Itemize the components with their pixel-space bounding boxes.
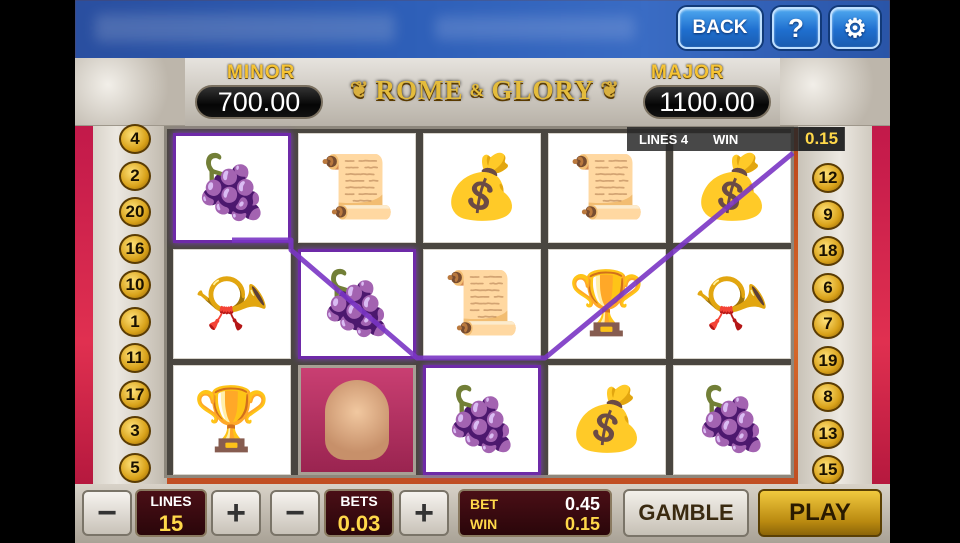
coin-pot-icon: 💰: [693, 153, 771, 222]
blurred-area: [435, 16, 635, 40]
payline-indicator[interactable]: 8: [812, 382, 844, 412]
coin-pot-icon: 💰: [568, 385, 646, 454]
reel-cell: [298, 365, 416, 475]
reel-cell: 🏆: [548, 249, 666, 359]
laurel-icon: ❦: [600, 77, 620, 102]
payline-indicator[interactable]: 17: [119, 379, 151, 410]
settings-button[interactable]: ⚙: [830, 7, 880, 49]
total-bet-value: 0.45: [564, 494, 600, 514]
win-label: WIN: [713, 131, 739, 147]
total-bet-label: BET: [470, 496, 498, 512]
red-curtain-left: [75, 126, 93, 486]
column-capital-left: [75, 58, 185, 128]
bets-plus-button[interactable]: +: [399, 490, 449, 536]
grapes-icon: 🍇: [693, 385, 771, 454]
reel-cell: 📯: [673, 249, 791, 359]
play-button[interactable]: PLAY: [758, 489, 882, 537]
payline-indicator[interactable]: 13: [812, 418, 844, 449]
lines-value: 15: [158, 511, 184, 536]
bets-value: 0.03: [337, 511, 381, 536]
payline-indicator[interactable]: 6: [812, 272, 844, 303]
reel-cell: 📜: [423, 249, 541, 359]
reel-cell: 🍇: [173, 133, 291, 243]
win-info-bar: LINES 4 WIN 0.15: [627, 127, 845, 151]
red-curtain-right: [872, 126, 890, 486]
roman-woman-portrait-icon: [315, 372, 399, 460]
laurel-icon: ❦: [350, 77, 370, 102]
chalice-icon: 🏆: [193, 385, 271, 454]
lines-title: LINES: [150, 493, 192, 509]
horn-icon: 📯: [693, 269, 771, 338]
horn-icon: 📯: [193, 269, 271, 338]
scroll-icon: 📜: [318, 153, 396, 222]
reel-cell: 🍇: [298, 249, 416, 359]
grapes-icon: 🍇: [443, 385, 521, 454]
payline-indicator[interactable]: 15: [812, 455, 844, 485]
win-lines-label: LINES 4: [639, 131, 689, 147]
reel-cell: 🍇: [423, 365, 541, 475]
chalice-icon: 🏆: [568, 269, 646, 338]
help-button[interactable]: ?: [772, 7, 820, 49]
payline-indicator[interactable]: 1: [119, 306, 151, 337]
payline-indicator[interactable]: 4: [119, 124, 151, 154]
minor-jackpot-value: 700.00: [195, 85, 323, 119]
reel-cell: 🍇: [673, 365, 791, 475]
grapes-icon: 🍇: [193, 153, 271, 222]
lines-plus-button[interactable]: +: [211, 490, 261, 536]
win-amount: 0.15: [799, 127, 845, 151]
grapes-icon: 🍇: [318, 269, 396, 338]
major-jackpot-value: 1100.00: [643, 85, 771, 119]
reel-cell: 📜: [298, 133, 416, 243]
total-win-value: 0.15: [564, 514, 600, 534]
payline-indicator[interactable]: 3: [119, 416, 151, 446]
blurred-area: [95, 14, 395, 42]
minor-jackpot-label: MINOR: [227, 62, 296, 83]
reel-cell: 💰: [548, 365, 666, 475]
reel-cell: 💰: [423, 133, 541, 243]
payline-indicator[interactable]: 16: [119, 233, 151, 264]
bets-title: BETS: [340, 493, 378, 509]
bets-minus-button[interactable]: −: [270, 490, 320, 536]
portrait-hair: [315, 372, 399, 428]
gamble-button[interactable]: GAMBLE: [623, 489, 749, 537]
scroll-icon: 📜: [568, 153, 646, 222]
total-win-label: WIN: [470, 516, 498, 532]
payline-indicator[interactable]: 20: [119, 197, 151, 227]
scroll-icon: 📜: [443, 269, 521, 338]
bets-panel: BETS 0.03: [324, 489, 394, 537]
reel-cell: 📯: [173, 249, 291, 359]
column-capital-right: [780, 58, 890, 128]
payline-indicator[interactable]: 9: [812, 199, 844, 230]
payline-indicator[interactable]: 19: [812, 345, 844, 376]
payline-indicator[interactable]: 18: [812, 236, 844, 266]
reel-cell: 🏆: [173, 365, 291, 475]
logo-word-rome: ROME: [375, 74, 464, 105]
reel-grid: 🍇 📯 🏆 📜 🍇 💰 📜 🍇 📜 🏆 💰 💰 📯 🍇: [164, 126, 794, 478]
payline-indicator[interactable]: 7: [812, 309, 844, 339]
logo-word-glory: GLORY: [491, 74, 595, 105]
payline-indicator[interactable]: 2: [119, 160, 151, 191]
logo-ampersand: &: [469, 79, 486, 100]
lines-panel: LINES 15: [135, 489, 207, 537]
bet-win-panel: BET 0.45 WIN 0.15: [458, 489, 612, 537]
payline-indicator[interactable]: 5: [119, 452, 151, 483]
game-logo: ❦ ROME & GLORY ❦: [350, 70, 619, 110]
lines-minus-button[interactable]: −: [82, 490, 132, 536]
payline-indicator[interactable]: 12: [812, 163, 844, 193]
major-jackpot-label: MAJOR: [651, 62, 725, 83]
coin-pot-icon: 💰: [443, 153, 521, 222]
top-banner: [75, 0, 890, 60]
back-button[interactable]: BACK: [678, 7, 762, 49]
game-stage: BACK ? ⚙ MINOR 700.00 MAJOR 1100.00 ❦ RO…: [75, 0, 890, 543]
payline-indicator[interactable]: 11: [119, 343, 151, 373]
gear-icon: ⚙: [843, 12, 867, 43]
payline-indicator[interactable]: 10: [119, 270, 151, 300]
